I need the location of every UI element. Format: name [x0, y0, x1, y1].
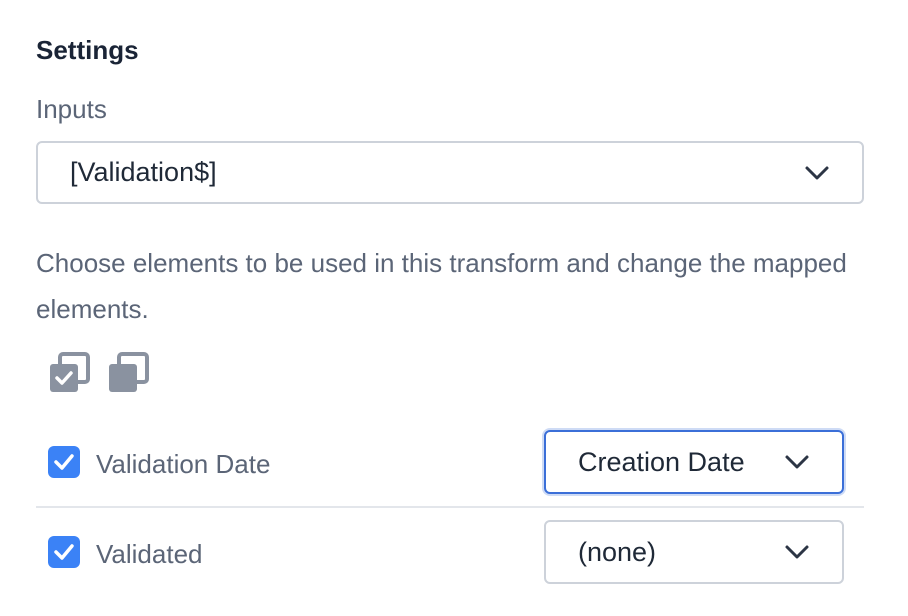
inputs-select[interactable]: [Validation$]	[36, 141, 864, 204]
validation-date-label: Validation Date	[96, 449, 271, 479]
help-text: Choose elements to be used in this trans…	[36, 248, 847, 324]
settings-panel: Settings Inputs [Validation$] Choose ele…	[0, 0, 908, 616]
checkmark-icon	[54, 454, 74, 470]
validated-label: Validated	[96, 539, 203, 569]
deselect-all-icon[interactable]	[107, 352, 149, 394]
validated-mapping-select[interactable]: (none)	[544, 520, 844, 584]
inputs-label: Inputs	[36, 94, 107, 124]
validated-checkbox[interactable]	[48, 536, 80, 568]
checkmark-icon	[54, 544, 74, 560]
select-all-icon[interactable]	[48, 352, 90, 394]
chevron-down-icon	[785, 455, 809, 469]
settings-heading: Settings	[36, 35, 139, 65]
validation-date-checkbox[interactable]	[48, 446, 80, 478]
row-divider	[36, 506, 864, 508]
inputs-select-value: [Validation$]	[70, 157, 217, 187]
chevron-down-icon	[785, 545, 809, 559]
chevron-down-icon	[805, 166, 829, 179]
validation-date-mapping-select[interactable]: Creation Date	[544, 430, 844, 494]
